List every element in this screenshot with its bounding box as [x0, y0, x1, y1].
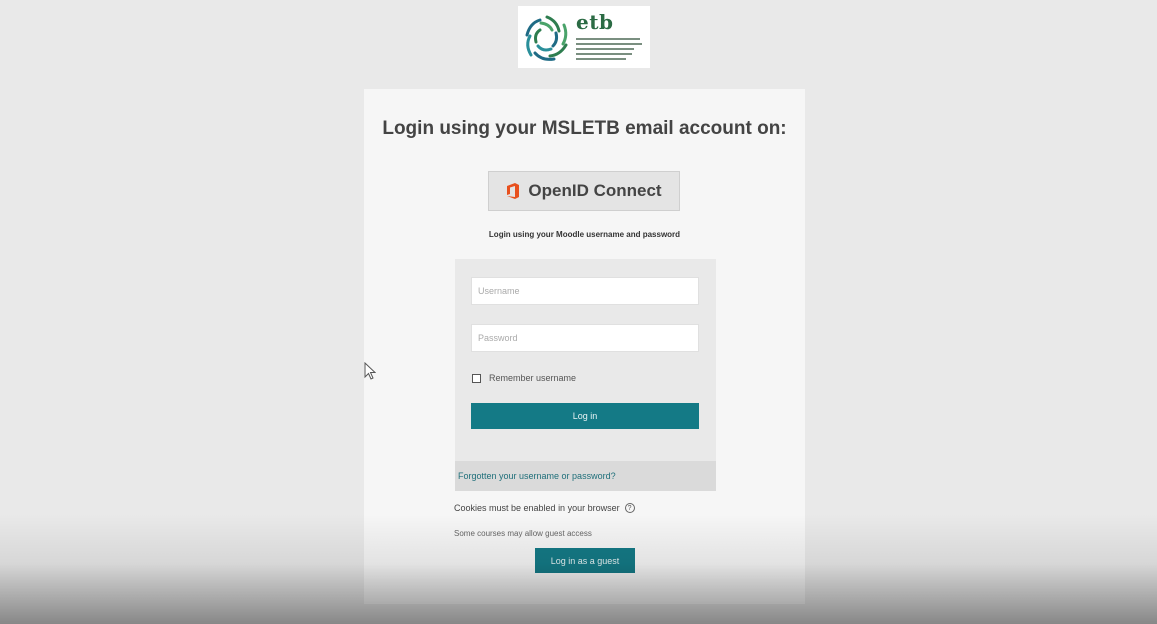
office-icon	[507, 183, 520, 199]
username-input[interactable]	[471, 277, 699, 305]
remember-username[interactable]: Remember username	[472, 373, 576, 383]
help-icon[interactable]: ?	[624, 503, 635, 513]
login-card: Login using your MSLETB email account on…	[364, 89, 805, 604]
logo-text-line	[576, 43, 642, 45]
logo-text-line	[576, 38, 640, 40]
logo-text-line	[576, 58, 626, 60]
mouse-cursor-icon	[364, 362, 376, 380]
etb-wordmark: etb	[576, 10, 614, 34]
etb-logo: etb	[518, 6, 650, 68]
remember-username-label: Remember username	[489, 373, 577, 383]
openid-heading: Login using your MSLETB email account on…	[382, 118, 787, 139]
login-button[interactable]: Log in	[471, 403, 699, 429]
login-form: Remember username Log in Forgotten your …	[455, 259, 716, 491]
forgot-password-link[interactable]: Forgotten your username or password?	[458, 471, 616, 481]
cookies-notice: Cookies must be enabled in your browser …	[454, 503, 635, 513]
moodle-login-instruction: Login using your Moodle username and pas…	[488, 230, 681, 239]
guest-access-note: Some courses may allow guest access	[454, 529, 592, 538]
etb-swirl-icon	[525, 15, 568, 61]
remember-username-checkbox[interactable]	[472, 373, 481, 383]
forgot-password-bar: Forgotten your username or password?	[455, 461, 716, 491]
password-input[interactable]	[471, 324, 699, 352]
logo-text-line	[576, 48, 634, 50]
openid-connect-button[interactable]: OpenID Connect	[488, 171, 680, 211]
cookies-notice-text: Cookies must be enabled in your browser	[454, 503, 620, 513]
logo-text-line	[576, 53, 632, 55]
guest-login-button[interactable]: Log in as a guest	[535, 548, 635, 573]
openid-connect-label: OpenID Connect	[528, 181, 662, 200]
